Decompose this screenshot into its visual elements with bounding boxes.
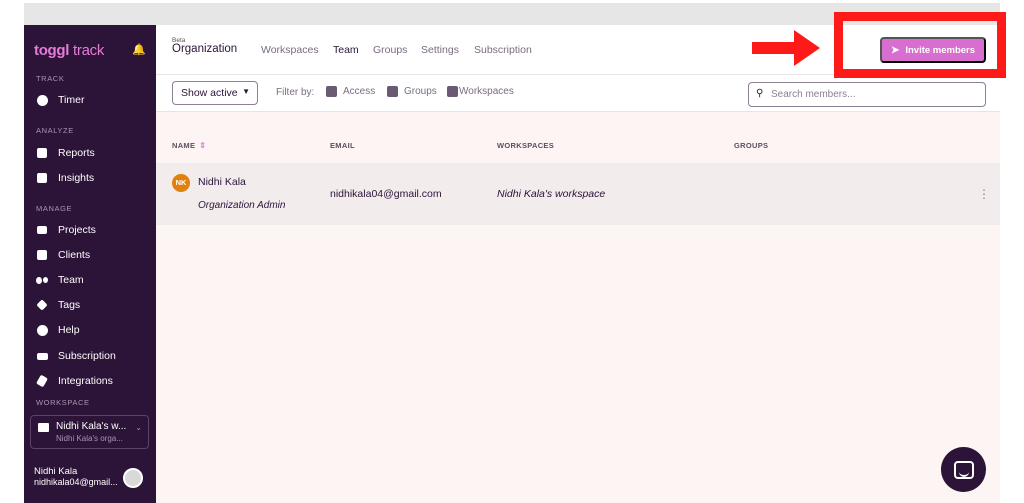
avatar: NK <box>172 174 190 192</box>
status-filter-value: Show active <box>181 87 238 99</box>
sidebar-item-projects[interactable]: Projects <box>36 222 96 238</box>
table-row[interactable]: NK Nidhi Kala Organization Admin nidhika… <box>156 163 1000 225</box>
workspace-name: Nidhi Kala's w... <box>56 421 127 432</box>
groups-icon <box>387 86 398 97</box>
folder-icon <box>36 224 48 236</box>
send-icon: ➤ <box>890 44 900 56</box>
sort-icon[interactable]: ⇕ <box>199 141 206 150</box>
sidebar-item-help[interactable]: Help <box>36 322 80 338</box>
column-header-email: EMAIL <box>330 141 355 150</box>
filter-by-label: Filter by: <box>276 87 315 98</box>
column-header-name-label: NAME <box>172 141 196 150</box>
sidebar-item-subscription[interactable]: Subscription <box>36 348 116 364</box>
clock-icon <box>36 94 48 106</box>
credit-card-icon <box>36 350 48 362</box>
profile-email[interactable]: nidhikala04@gmail... <box>34 477 118 487</box>
sidebar-item-clients[interactable]: Clients <box>36 247 90 263</box>
logo-product: track <box>73 42 105 59</box>
workspace-switcher[interactable]: Nidhi Kala's w... Nidhi Kala's orga... ⌄ <box>30 415 149 449</box>
tab-settings[interactable]: Settings <box>421 44 459 56</box>
chat-icon <box>953 460 974 479</box>
column-header-groups: GROUPS <box>734 141 769 150</box>
sidebar-item-tags[interactable]: Tags <box>36 297 80 313</box>
section-label-manage: MANAGE <box>36 204 73 213</box>
reports-icon <box>36 147 48 159</box>
sidebar-item-label: Clients <box>58 249 91 261</box>
sidebar-item-timer[interactable]: Timer <box>36 92 84 108</box>
sidebar-item-reports[interactable]: Reports <box>36 145 95 161</box>
filter-groups[interactable]: Groups <box>387 86 437 97</box>
section-label-workspace: WORKSPACE <box>36 398 90 407</box>
filter-groups-label: Groups <box>404 86 437 97</box>
section-label-analyze: ANALYZE <box>36 126 74 135</box>
search-placeholder: Search members... <box>771 89 856 100</box>
page-title: Organization <box>172 43 238 55</box>
sidebar-item-label: Timer <box>58 94 85 106</box>
filter-access[interactable]: Access <box>326 86 375 97</box>
profile-avatar[interactable] <box>123 468 143 488</box>
sidebar: toggl track 🔔 TRACK Timer ANALYZE Report… <box>24 25 156 503</box>
logo-brand: toggl <box>34 42 70 59</box>
workspace-org: Nidhi Kala's orga... <box>56 434 123 443</box>
search-input[interactable]: ⚲ Search members... <box>748 82 986 107</box>
chevron-down-icon: ▼ <box>242 87 250 96</box>
help-icon <box>36 324 48 336</box>
shield-icon <box>326 86 337 97</box>
sidebar-item-label: Team <box>58 274 84 286</box>
invite-members-button[interactable]: ➤ Invite members <box>880 37 986 63</box>
sidebar-item-integrations[interactable]: Integrations <box>36 373 113 389</box>
sidebar-item-label: Integrations <box>58 375 113 387</box>
team-icon <box>36 274 48 286</box>
tab-workspaces[interactable]: Workspaces <box>261 44 319 56</box>
search-icon: ⚲ <box>756 88 764 99</box>
filter-bar: Show active ▼ Filter by: Access Groups W… <box>156 75 1000 112</box>
sidebar-item-label: Reports <box>58 147 95 159</box>
tab-groups[interactable]: Groups <box>373 44 407 56</box>
chevron-down-icon: ⌄ <box>135 423 142 432</box>
briefcase-icon <box>38 423 49 432</box>
filter-access-label: Access <box>343 86 376 97</box>
profile-name[interactable]: Nidhi Kala <box>34 466 77 477</box>
invite-members-label: Invite members <box>905 44 976 56</box>
tab-team[interactable]: Team <box>333 44 359 56</box>
red-arrow-annotation <box>752 30 820 66</box>
main-content: Beta Organization Workspaces Team Groups… <box>156 25 1000 503</box>
member-role: Organization Admin <box>198 200 286 211</box>
chat-support-button[interactable] <box>941 447 986 492</box>
insights-icon <box>36 172 48 184</box>
sidebar-item-label: Help <box>58 324 80 336</box>
filter-workspaces-label: Workspaces <box>459 86 514 97</box>
sidebar-item-label: Tags <box>58 299 81 311</box>
filter-workspaces[interactable]: Workspaces <box>447 86 514 97</box>
plug-icon <box>36 374 48 388</box>
sidebar-item-insights[interactable]: Insights <box>36 170 94 186</box>
member-workspace: Nidhi Kala's workspace <box>497 188 606 200</box>
sidebar-item-team[interactable]: Team <box>36 272 84 288</box>
column-header-workspaces: WORKSPACES <box>497 141 555 150</box>
tag-icon <box>36 299 48 311</box>
briefcase-icon <box>447 86 458 97</box>
more-options-icon[interactable]: ⋮ <box>978 187 990 201</box>
sidebar-item-label: Subscription <box>58 350 116 362</box>
section-label-track: TRACK <box>36 74 65 83</box>
column-header-name[interactable]: NAME ⇕ <box>172 141 206 150</box>
client-icon <box>36 249 48 261</box>
member-email: nidhikala04@gmail.com <box>330 188 442 200</box>
bell-icon[interactable]: 🔔 <box>132 43 146 56</box>
sidebar-item-label: Insights <box>58 172 95 184</box>
member-name: Nidhi Kala <box>198 176 246 188</box>
toggl-track-logo[interactable]: toggl track <box>34 42 104 59</box>
tab-subscription[interactable]: Subscription <box>474 44 532 56</box>
sidebar-item-label: Projects <box>58 224 96 236</box>
status-filter-select[interactable]: Show active ▼ <box>172 81 258 105</box>
